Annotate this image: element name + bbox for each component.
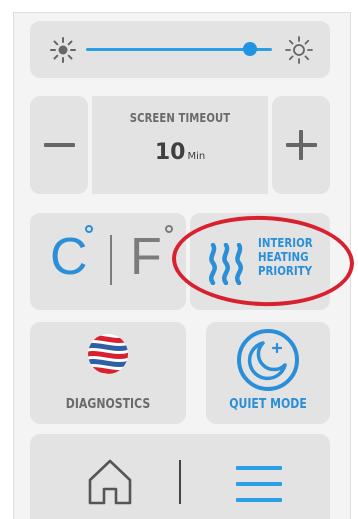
diagnostics-globe-icon: [88, 334, 128, 374]
diagnostics-button[interactable]: DIAGNOSTICS: [30, 322, 186, 424]
sun-bright-icon[interactable]: [284, 35, 314, 65]
fahrenheit-option[interactable]: F: [130, 231, 162, 283]
unit-divider: [110, 235, 112, 285]
diagnostics-label: DIAGNOSTICS: [65, 397, 151, 412]
brightness-control: [30, 21, 330, 78]
heating-priority-line3: PRIORITY: [258, 263, 313, 278]
timeout-value: 10: [154, 140, 186, 165]
bottom-navigation: [30, 434, 330, 519]
heating-priority-label: INTERIOR HEATING PRIORITY: [258, 236, 324, 278]
timeout-decrease-button[interactable]: [30, 96, 88, 194]
heat-waves-icon: [209, 243, 243, 285]
screen-timeout-control: SCREEN TIMEOUT 10 Min: [30, 96, 330, 194]
temperature-unit-toggle[interactable]: C F: [30, 213, 186, 310]
minus-icon: [44, 143, 75, 147]
interior-heating-priority-button[interactable]: INTERIOR HEATING PRIORITY: [190, 213, 330, 310]
quiet-mode-label: QUIET MODE: [229, 397, 307, 412]
heating-priority-line1: INTERIOR: [258, 235, 313, 250]
timeout-increase-button[interactable]: [272, 96, 330, 194]
home-icon[interactable]: [85, 456, 135, 506]
sun-dim-icon[interactable]: [48, 35, 78, 65]
brightness-slider-thumb[interactable]: [242, 42, 257, 56]
nav-divider: [179, 460, 181, 504]
timeout-unit: Min: [187, 151, 206, 162]
timeout-label: SCREEN TIMEOUT: [129, 111, 231, 125]
moon-icon: [237, 329, 299, 391]
plus-icon-vertical: [299, 130, 303, 160]
heating-priority-line2: HEATING: [258, 249, 309, 264]
timeout-value-display: 10 Min: [92, 140, 268, 165]
timeout-display: SCREEN TIMEOUT 10 Min: [92, 96, 268, 194]
fahrenheit-degree-icon: [165, 225, 173, 233]
celsius-option[interactable]: C: [50, 231, 88, 283]
menu-icon[interactable]: [236, 466, 282, 502]
celsius-degree-icon: [85, 225, 93, 233]
quiet-mode-button[interactable]: QUIET MODE: [206, 322, 330, 424]
